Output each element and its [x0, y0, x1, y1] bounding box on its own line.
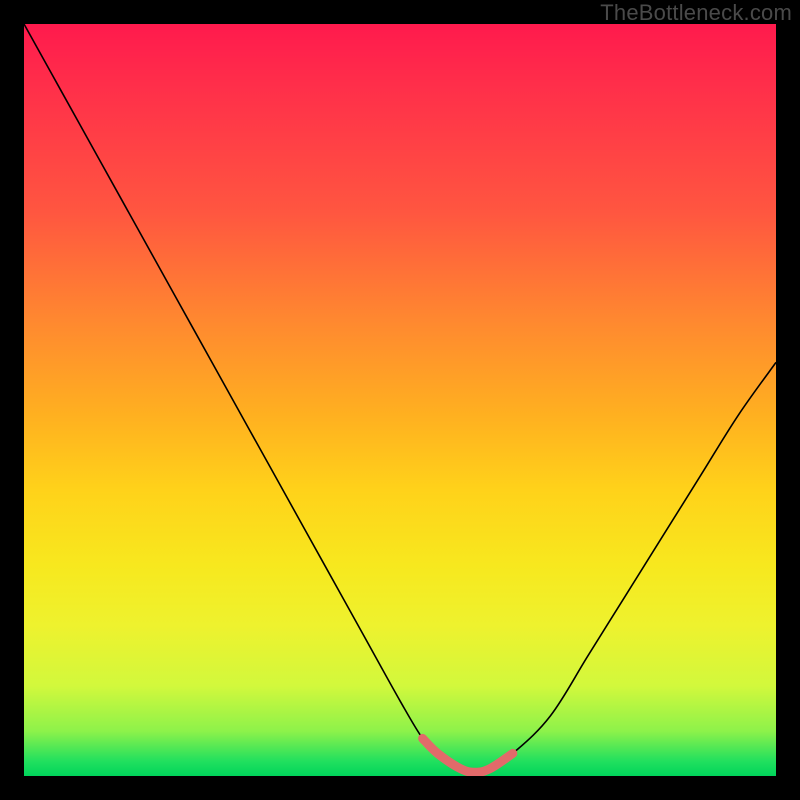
- chart-frame: TheBottleneck.com: [0, 0, 800, 800]
- watermark-label: TheBottleneck.com: [600, 0, 792, 26]
- bottleneck-curve: [24, 24, 776, 772]
- optimal-range-highlight: [423, 738, 513, 772]
- chart-svg: [24, 24, 776, 776]
- plot-area: [24, 24, 776, 776]
